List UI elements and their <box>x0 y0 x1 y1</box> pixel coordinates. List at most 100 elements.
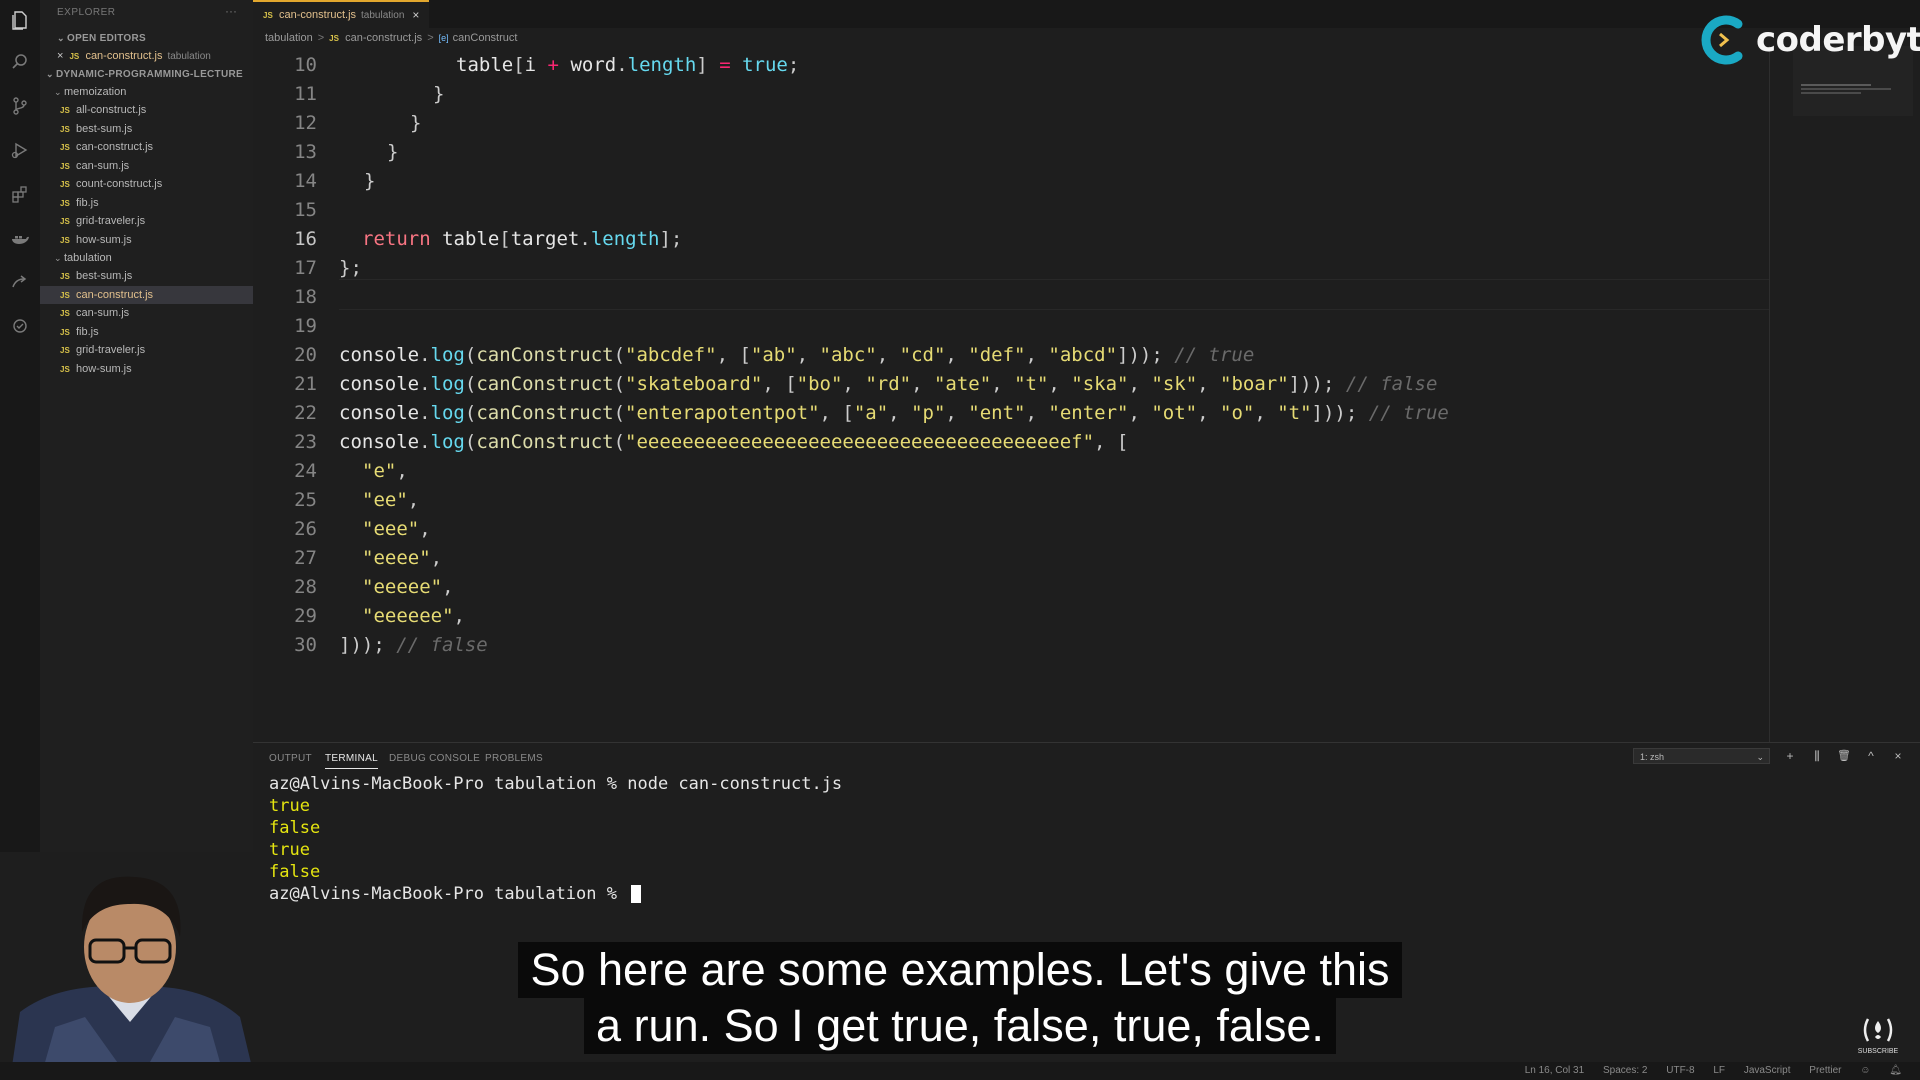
root-folder-label: DYNAMIC-PROGRAMMING-LECTURE <box>56 69 243 80</box>
breadcrumb-symbol[interactable]: canConstruct <box>453 32 518 44</box>
tab-close-icon[interactable]: × <box>412 8 419 22</box>
folder-label: tabulation <box>64 252 112 264</box>
js-file-icon: JS <box>60 364 70 374</box>
subscribe-label: SUBSCRIBE <box>1857 1048 1899 1055</box>
status-encoding[interactable]: UTF-8 <box>1666 1065 1694 1076</box>
terminal-prompt: az@Alvins-MacBook-Pro tabulation % <box>269 774 628 794</box>
video-caption: So here are some examples. Let's give th… <box>0 942 1920 1054</box>
open-editor-item[interactable]: × JS can-construct.js tabulation <box>40 47 253 65</box>
status-eol[interactable]: LF <box>1713 1065 1725 1076</box>
js-file-icon: JS <box>60 198 70 208</box>
status-bar: Ln 16, Col 31 Spaces: 2 UTF-8 LF JavaScr… <box>0 1062 1920 1080</box>
folder-label: memoization <box>64 86 127 98</box>
file-name: how-sum.js <box>76 362 132 375</box>
status-formatter[interactable]: Prettier <box>1809 1065 1841 1076</box>
file-item[interactable]: JS can-sum.js <box>40 157 253 175</box>
feedback-icon[interactable]: ☺ <box>1860 1065 1870 1076</box>
tab-file-name: can-construct.js <box>279 9 357 21</box>
file-item[interactable]: JS fib.js <box>40 323 253 341</box>
chevron-down-icon: ⌄ <box>57 33 65 43</box>
breadcrumb-separator: > <box>317 32 325 44</box>
subscribe-watermark[interactable]: SUBSCRIBE <box>1856 1015 1900 1057</box>
js-file-icon: JS <box>60 290 70 300</box>
file-item[interactable]: JS grid-traveler.js <box>40 341 253 359</box>
file-item[interactable]: JS fib.js <box>40 194 253 212</box>
status-language[interactable]: JavaScript <box>1744 1065 1791 1076</box>
file-item[interactable]: JS grid-traveler.js <box>40 212 253 230</box>
extensions-icon[interactable] <box>10 184 30 204</box>
explorer-title: EXPLORER <box>57 7 116 18</box>
coderbyte-logo-icon <box>1701 15 1743 65</box>
explorer-more-icon[interactable]: ··· <box>225 4 237 18</box>
search-icon[interactable] <box>10 52 30 72</box>
new-terminal-icon[interactable]: + <box>1783 749 1797 763</box>
breadcrumb-separator: > <box>427 32 434 44</box>
file-item[interactable]: JS can-construct.js <box>40 285 253 304</box>
js-file-icon: JS <box>60 143 70 152</box>
testing-icon[interactable] <box>10 316 30 336</box>
tab-output[interactable]: OUTPUT <box>269 753 312 764</box>
terminal-select-value: 1: zsh <box>1640 752 1665 762</box>
tab-problems[interactable]: PROBLEMS <box>485 753 543 764</box>
file-item[interactable]: JS all-construct.js <box>40 101 253 119</box>
terminal-output-line: false <box>269 818 321 838</box>
explorer-icon[interactable] <box>10 10 30 30</box>
open-editors-header[interactable]: ⌄ OPEN EDITORS <box>40 29 253 47</box>
terminal-command: node can-construct.js <box>627 774 843 794</box>
file-item[interactable]: JS count-construct.js <box>40 175 253 193</box>
file-name: best-sum.js <box>76 270 133 282</box>
tab-debug-console[interactable]: DEBUG CONSOLE <box>389 753 480 764</box>
maximize-panel-icon[interactable]: ^ <box>1864 749 1878 763</box>
editor-tab-bar: JS can-construct.js tabulation × <box>253 0 1920 28</box>
symbol-function-icon: [e] <box>438 33 449 43</box>
live-share-icon[interactable] <box>10 272 30 292</box>
js-file-icon: JS <box>60 309 70 318</box>
js-file-icon: JS <box>60 235 70 245</box>
status-cursor-position[interactable]: Ln 16, Col 31 <box>1525 1065 1585 1076</box>
notifications-bell-icon[interactable]: 🔔︎ <box>1889 1065 1902 1076</box>
folder-memoization[interactable]: ⌄ memoization <box>40 83 253 101</box>
trash-icon[interactable]: 🗑 <box>1837 749 1851 763</box>
source-control-icon[interactable] <box>10 96 30 116</box>
close-icon[interactable]: × <box>57 50 63 62</box>
file-name: all-construct.js <box>76 104 147 116</box>
split-terminal-icon[interactable]: ⫼ <box>1810 749 1824 763</box>
close-panel-icon[interactable]: × <box>1891 749 1905 763</box>
terminal-prompt: az@Alvins-MacBook-Pro tabulation % <box>269 884 628 904</box>
js-file-icon: JS <box>60 327 70 337</box>
open-editor-name: can-construct.js <box>85 50 163 62</box>
tab-terminal[interactable]: TERMINAL <box>325 753 378 769</box>
root-folder-header[interactable]: ⌄ DYNAMIC-PROGRAMMING-LECTURE <box>40 65 253 83</box>
file-name: best-sum.js <box>76 122 133 135</box>
file-item[interactable]: JS best-sum.js <box>40 120 253 138</box>
folder-tabulation[interactable]: ⌄ tabulation <box>40 249 253 267</box>
js-file-icon: JS <box>60 180 70 189</box>
terminal-select[interactable]: 1: zsh ⌄ <box>1633 748 1770 764</box>
current-line-highlight <box>339 279 1769 310</box>
chevron-down-icon: ⌄ <box>54 87 62 97</box>
file-name: grid-traveler.js <box>76 215 146 227</box>
terminal-output-line: true <box>269 840 310 860</box>
breadcrumb-file[interactable]: can-construct.js <box>345 32 422 44</box>
js-file-icon: JS <box>263 10 273 20</box>
file-item[interactable]: JS can-sum.js <box>40 304 253 322</box>
file-name: fib.js <box>76 196 99 209</box>
file-item[interactable]: JS how-sum.js <box>40 231 253 249</box>
file-name: fib.js <box>76 325 99 338</box>
file-name: how-sum.js <box>76 233 132 246</box>
run-debug-icon[interactable] <box>10 140 30 160</box>
file-item[interactable]: JS best-sum.js <box>40 267 253 285</box>
file-name: can-sum.js <box>76 307 130 319</box>
tab-can-construct[interactable]: JS can-construct.js tabulation × <box>253 0 430 28</box>
caption-line-2: a run. So I get true, false, true, false… <box>584 998 1336 1054</box>
coderbyte-logo: coderbyte <box>1700 14 1920 66</box>
file-item[interactable]: JS how-sum.js <box>40 360 253 378</box>
file-name: can-construct.js <box>76 141 154 153</box>
js-file-icon: JS <box>60 217 70 226</box>
breadcrumb-folder[interactable]: tabulation <box>265 32 313 44</box>
status-indentation[interactable]: Spaces: 2 <box>1603 1065 1647 1076</box>
terminal[interactable]: az@Alvins-MacBook-Pro tabulation % node … <box>269 773 842 905</box>
docker-icon[interactable] <box>10 228 30 248</box>
file-item[interactable]: JS can-construct.js <box>40 138 253 156</box>
js-file-icon: JS <box>60 346 70 355</box>
